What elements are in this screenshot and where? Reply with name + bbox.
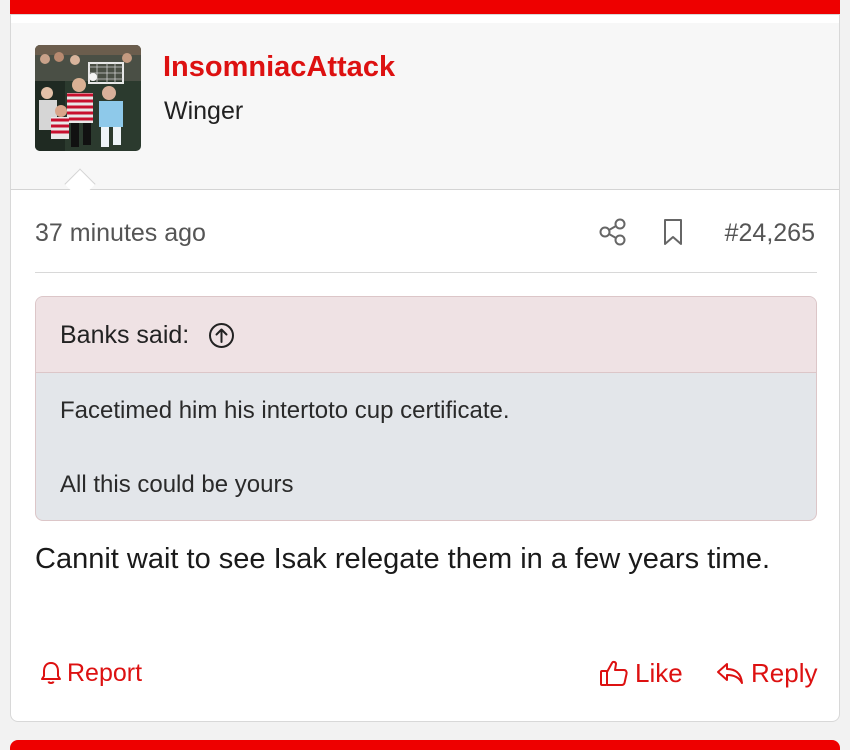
user-title: Winger — [164, 97, 244, 125]
thumbs-up-icon — [599, 659, 629, 687]
like-label: Like — [635, 657, 683, 688]
username[interactable]: InsomniacAttack — [163, 51, 395, 84]
user-block: InsomniacAttack Winger — [11, 23, 839, 190]
quote-author[interactable]: Banks said: — [60, 321, 189, 350]
quote-header: Banks said: — [36, 297, 816, 373]
next-post-accent-bar — [10, 740, 840, 750]
quote-text-line: Facetimed him his intertoto cup certific… — [60, 397, 510, 424]
reply-button[interactable]: Reply — [715, 657, 817, 689]
bell-icon — [39, 660, 63, 686]
quote-block: Banks said: Facetimed him his intertoto … — [35, 296, 817, 521]
post-card: InsomniacAttack Winger 37 minutes ago #2… — [10, 14, 840, 722]
quote-text-line: All this could be yours — [60, 471, 294, 498]
report-label: Report — [67, 658, 143, 687]
post-time[interactable]: 37 minutes ago — [35, 219, 206, 248]
post-meta: 37 minutes ago #24,265 — [11, 191, 839, 273]
post-number-link[interactable]: #24,265 — [725, 219, 815, 248]
like-button[interactable]: Like — [599, 657, 683, 689]
post-message: Cannit wait to see Isak relegate them in… — [35, 543, 771, 575]
reply-icon — [715, 660, 745, 686]
avatar[interactable] — [35, 45, 141, 151]
arrow-up-circle-icon[interactable] — [208, 322, 235, 349]
reply-label: Reply — [751, 657, 818, 688]
report-button[interactable]: Report — [39, 657, 142, 689]
meta-divider — [35, 272, 817, 273]
bookmark-icon[interactable] — [661, 217, 685, 247]
share-icon[interactable] — [599, 217, 627, 247]
